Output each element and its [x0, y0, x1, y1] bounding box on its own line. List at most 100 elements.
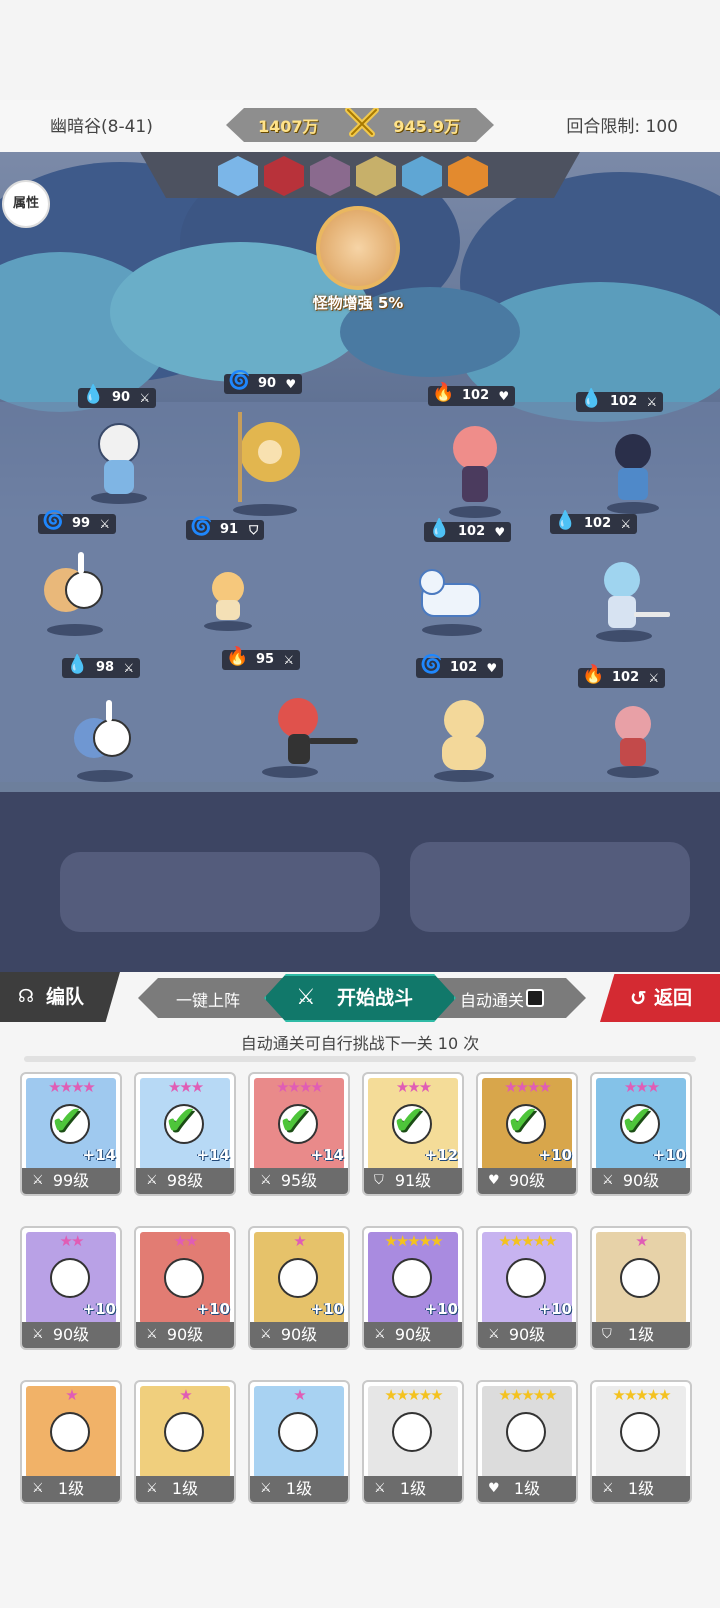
sword-icon: ⚔ [646, 395, 658, 409]
hero-card[interactable]: ★★ +10 ⚔ 90级 [20, 1226, 122, 1350]
hero-level-bar: ⚔ 95级 [250, 1168, 348, 1194]
hero-unit[interactable] [250, 688, 360, 778]
hero-face [392, 1412, 432, 1452]
sword-icon: ⚔ [602, 1173, 614, 1188]
enhance-level: +10 [82, 1300, 116, 1318]
star-rating: ★★★★ [504, 1078, 552, 1096]
enhance-level: +14 [196, 1146, 230, 1164]
hero-level-bar: ⚔ 1级 [592, 1476, 690, 1502]
enemy-lineup-bar [140, 152, 580, 198]
star-rating: ★★★★★ [384, 1232, 443, 1250]
hero-face [506, 1412, 546, 1452]
auto-clear-checkbox[interactable] [526, 989, 544, 1007]
hero-card[interactable]: ★ ⚔ 1级 [248, 1380, 350, 1504]
hero-level-bar: ⚔ 98级 [136, 1168, 234, 1194]
enemy-unit[interactable] [412, 556, 492, 636]
star-rating: ★ [65, 1386, 78, 1404]
back-button[interactable]: ↺ 返回 [600, 974, 720, 1022]
hero-card[interactable]: ★★★★ +14 ✔ ⚔ 99级 [20, 1072, 122, 1196]
star-rating: ★★★★ [48, 1078, 96, 1096]
star-rating: ★ [293, 1232, 306, 1250]
battlefield: 属性 怪物增强 5% 💧 90 ⚔ 🌀 99 ⚔ 💧 98 ⚔ 🌀 90 ♥ 🌀 91 ⛉ 🔥 95 ⚔… [0, 152, 720, 972]
hero-level-bar: ⚔ 1级 [22, 1476, 120, 1502]
unit-level-tag: 💧 90 ⚔ [78, 385, 157, 408]
hero-card[interactable]: ★★★★★ ⚔ 1级 [362, 1380, 464, 1504]
boss-buff[interactable]: 怪物增强 5% [306, 206, 410, 313]
hero-card[interactable]: ★★★★★ +10 ⚔ 90级 [476, 1226, 578, 1350]
enhance-level: +10 [538, 1300, 572, 1318]
enemy-portrait-1[interactable] [218, 156, 258, 196]
hero-card[interactable]: ★ ⛉ 1级 [590, 1226, 692, 1350]
team-button[interactable]: ☊ 编队 [0, 972, 120, 1022]
selected-check-icon: ✔ [50, 1098, 84, 1144]
one-click-deploy-button[interactable]: 一键上阵 [176, 987, 240, 1011]
unit-level-tag: 🌀 99 ⚔ [38, 511, 117, 534]
hero-card[interactable]: ★★★★ +10 ✔ ♥ 90级 [476, 1072, 578, 1196]
my-power: 1407万 [258, 117, 319, 136]
enemy-unit[interactable] [424, 692, 504, 782]
star-rating: ★★★★★ [612, 1386, 671, 1404]
hero-card[interactable]: ★★★★ +14 ✔ ⚔ 95级 [248, 1072, 350, 1196]
enemy-portrait-3[interactable] [310, 156, 350, 196]
enemy-unit[interactable] [598, 698, 668, 778]
star-rating: ★★★★ [276, 1078, 324, 1096]
water-icon: 💧 [428, 518, 451, 539]
hero-card[interactable]: ★★★★★ ⚔ 1级 [590, 1380, 692, 1504]
star-rating: ★★★★★ [498, 1386, 557, 1404]
hero-level: 90级 [508, 1325, 546, 1344]
enemy-portrait-6[interactable] [448, 156, 488, 196]
fire-icon: 🔥 [432, 382, 455, 403]
hero-card[interactable]: ★★★★★ ♥ 1级 [476, 1380, 578, 1504]
sword-icon: ⚔ [260, 1481, 272, 1496]
enemy-power: 945.9万 [393, 117, 460, 136]
hero-card[interactable]: ★ ⚔ 1级 [20, 1380, 122, 1504]
hero-card[interactable]: ★★ +10 ⚔ 90级 [134, 1226, 236, 1350]
hero-unit[interactable] [200, 562, 256, 632]
enemy-portrait-4[interactable] [356, 156, 396, 196]
sword-icon: ⚔ [99, 517, 111, 531]
heart-icon: ♥ [486, 661, 498, 675]
star-rating: ★★★★★ [498, 1232, 557, 1250]
sword-icon: ⚔ [283, 653, 295, 667]
hero-card[interactable]: ★★★ +10 ✔ ⚔ 90级 [590, 1072, 692, 1196]
unit-level-tag: 🌀 90 ♥ [224, 371, 303, 394]
enemy-unit[interactable] [584, 552, 674, 642]
enhance-level: +10 [424, 1300, 458, 1318]
hero-level-bar: ♥ 1级 [478, 1476, 576, 1502]
shield-icon: ⛉ [374, 1173, 384, 1188]
hero-unit[interactable] [84, 414, 154, 504]
star-rating: ★★★ [167, 1078, 204, 1096]
hero-card[interactable]: ★★★ +14 ✔ ⚔ 98级 [134, 1072, 236, 1196]
sword-icon: ⚔ [374, 1481, 386, 1496]
hero-level: 99级 [52, 1171, 90, 1190]
hero-card[interactable]: ★ +10 ⚔ 90级 [248, 1226, 350, 1350]
start-battle-button[interactable]: ⚔ 开始战斗 [264, 974, 456, 1022]
enemy-portrait-5[interactable] [402, 156, 442, 196]
hero-unit[interactable] [220, 402, 310, 517]
fire-icon: 🔥 [582, 664, 605, 685]
enemy-level-tag: 💧 102 ⚔ [576, 389, 664, 412]
enemy-portrait-2[interactable] [264, 156, 304, 196]
hero-card[interactable]: ★★★ +12 ✔ ⛉ 91级 [362, 1072, 464, 1196]
hero-level-bar: ⚔ 90级 [592, 1168, 690, 1194]
enemy-level-tag: 🌀 102 ♥ [416, 655, 504, 678]
enhance-level: +10 [538, 1146, 572, 1164]
return-arrow-icon: ↺ [630, 986, 647, 1010]
enemy-unit[interactable] [440, 418, 510, 518]
attribute-button[interactable]: 属性 [2, 180, 50, 228]
sword-icon: ⚔ [146, 1173, 158, 1188]
shield-icon: ⛉ [602, 1327, 612, 1342]
hero-card[interactable]: ★★★★★ +10 ⚔ 90级 [362, 1226, 464, 1350]
hero-level-bar: ⛉ 91级 [364, 1168, 462, 1194]
sword-icon: ⚔ [648, 671, 660, 685]
star-rating: ★★ [59, 1232, 85, 1250]
hero-level: 1级 [513, 1479, 541, 1498]
power-compare: 1407万 945.9万 [226, 108, 494, 142]
hero-card[interactable]: ★ ⚔ 1级 [134, 1380, 236, 1504]
unit-level-tag: 💧 98 ⚔ [62, 655, 141, 678]
hero-unit[interactable] [40, 546, 110, 636]
auto-clear-label[interactable]: 自动通关 [460, 987, 524, 1011]
hero-level: 90级 [508, 1171, 546, 1190]
enemy-unit[interactable] [598, 424, 668, 514]
hero-unit[interactable] [70, 692, 140, 782]
